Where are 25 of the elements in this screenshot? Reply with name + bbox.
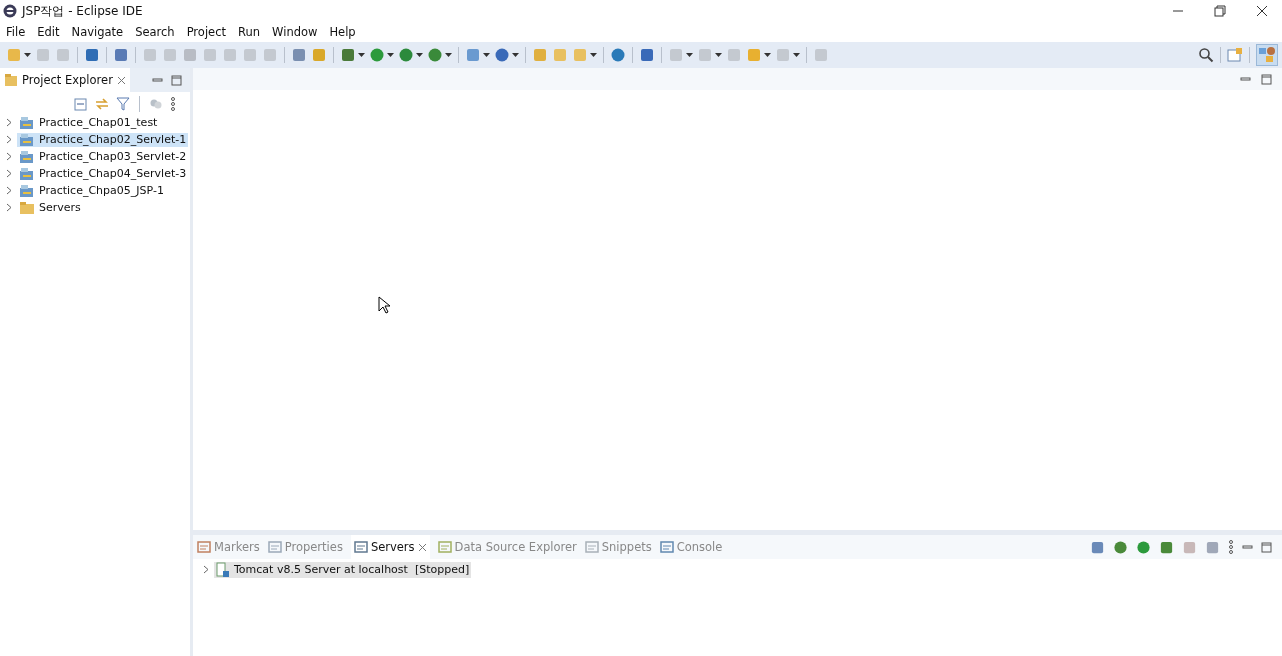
tree-item[interactable]: Practice_Chap04_Servlet-3 (17, 166, 189, 181)
menu-item[interactable]: File (6, 25, 26, 39)
window-title: JSP작업 - Eclipse IDE (22, 2, 143, 20)
menu-item[interactable]: Run (238, 25, 261, 39)
menu-item[interactable]: Project (186, 25, 226, 39)
tree-item[interactable]: Practice_Chpa05_JSP-1 (17, 183, 166, 198)
menu-item[interactable]: Navigate (71, 25, 124, 39)
tree-item[interactable]: Servers (17, 200, 83, 215)
tab-label: Servers (370, 540, 415, 554)
tree-item[interactable]: Practice_Chap02_Servlet-1 (17, 132, 189, 147)
tab-label: Snippets (601, 540, 652, 554)
tab-label: Data Source Explorer (454, 540, 577, 554)
tree-item[interactable]: Practice_Chap03_Servlet-2 (17, 149, 189, 164)
tab-label: Project Explorer (22, 73, 113, 87)
menu-item[interactable]: Window (272, 25, 318, 39)
server-item[interactable]: Tomcat v8.5 Server at localhost [Stopped] (214, 561, 472, 578)
view-tab[interactable]: Project Explorer (0, 68, 130, 92)
menu-item[interactable]: Edit (37, 25, 60, 39)
menu-item[interactable]: Help (329, 25, 356, 39)
menu-item[interactable]: Search (135, 25, 175, 39)
tree-item[interactable]: Practice_Chap01_test (17, 115, 160, 130)
view-tab[interactable]: Servers (350, 535, 430, 559)
tab-label: Markers (214, 540, 260, 554)
tab-label: Console (676, 540, 723, 554)
tab-label: Properties (284, 540, 343, 554)
